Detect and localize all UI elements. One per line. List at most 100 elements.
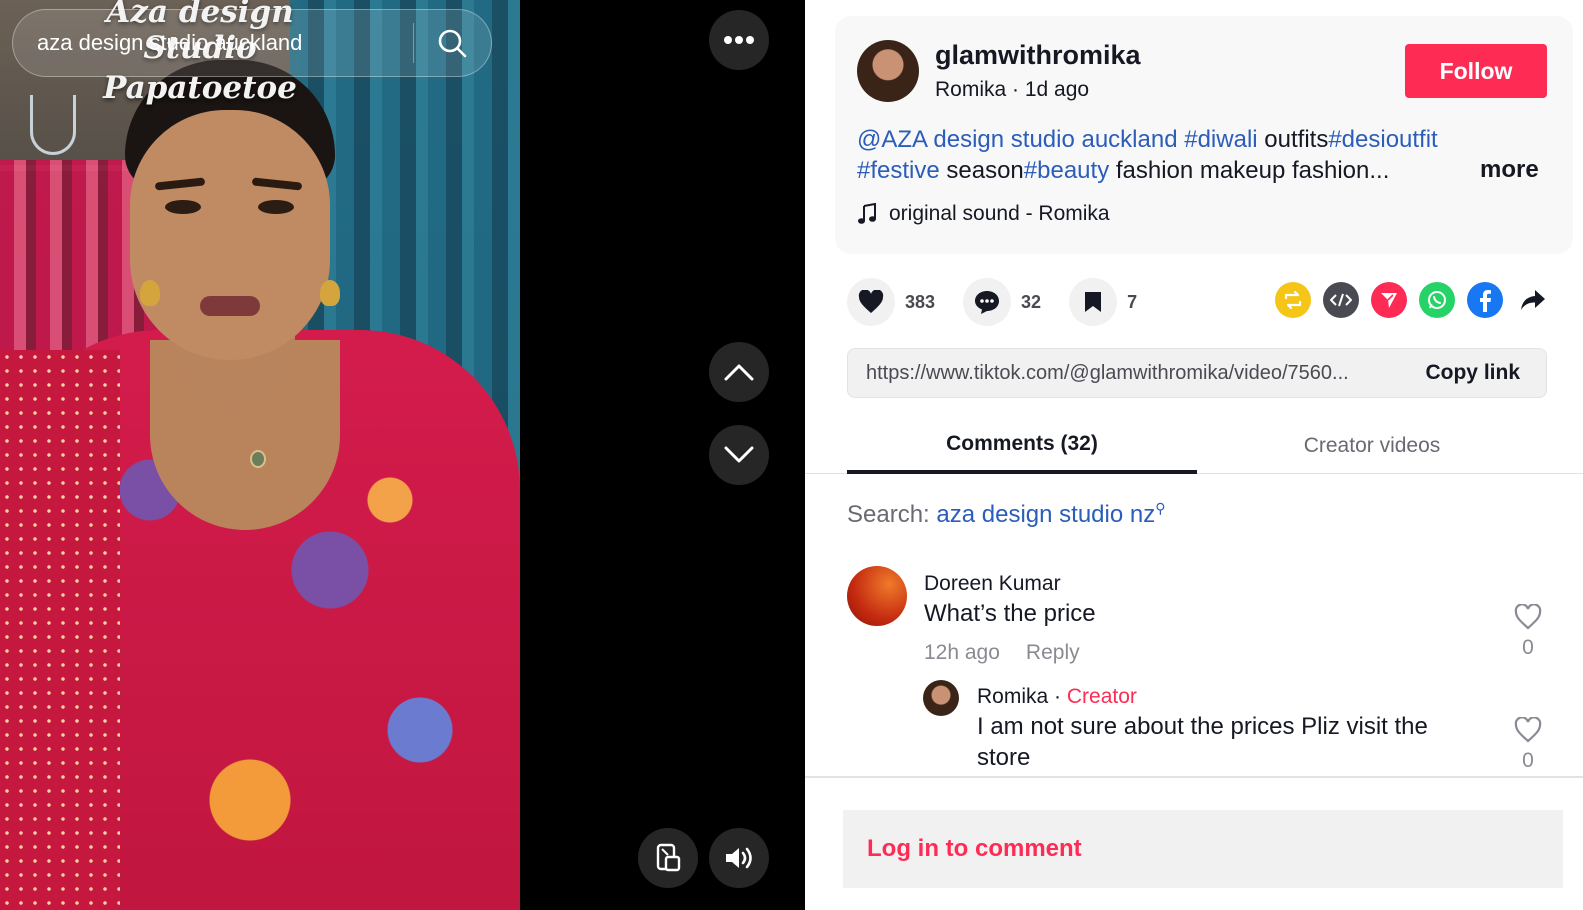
login-to-comment-link[interactable]: Log in to comment: [867, 835, 1082, 863]
comment-time: 12h ago: [924, 641, 1000, 664]
comment-button[interactable]: 32: [963, 278, 1041, 326]
floating-player-button[interactable]: [638, 828, 698, 888]
reply-like-button[interactable]: 0: [1508, 716, 1548, 773]
tab-comments[interactable]: Comments (32): [847, 418, 1197, 474]
more-options-button[interactable]: [709, 10, 769, 70]
comment-count: 32: [1021, 291, 1042, 312]
send-to-friends-button[interactable]: [1371, 282, 1407, 318]
description-text-season: season: [946, 157, 1024, 184]
reply-button[interactable]: Reply: [1026, 641, 1080, 664]
facebook-icon: [1480, 290, 1491, 312]
small-search-icon: ⚲: [1155, 500, 1166, 516]
repost-button[interactable]: [1275, 282, 1311, 318]
music-label: original sound - Romika: [889, 202, 1110, 225]
heart-icon: [858, 290, 884, 313]
author-username[interactable]: glamwithromika: [935, 40, 1141, 71]
comment-bubble-icon: [975, 291, 1000, 314]
video-person-face: [130, 110, 330, 360]
description-more-button[interactable]: more: [1480, 156, 1539, 184]
comment-meta: 12h ago Reply: [924, 641, 1080, 665]
author-card: glamwithromika Romika · 1d ago Follow @A…: [835, 16, 1573, 254]
copy-link-box: https://www.tiktok.com/@glamwithromika/v…: [847, 348, 1547, 398]
heart-outline-icon: [1514, 716, 1542, 743]
save-count: 7: [1127, 291, 1138, 312]
paper-plane-icon: [1381, 293, 1397, 308]
creator-reply-avatar[interactable]: [923, 680, 959, 716]
share-options: [1275, 282, 1551, 318]
more-share-button[interactable]: [1515, 282, 1551, 318]
commenter-name[interactable]: Doreen Kumar: [924, 572, 1061, 596]
video-person-earring-left: [140, 280, 160, 306]
comments-divider: [805, 776, 1583, 778]
video-person-lips: [200, 296, 260, 316]
comment-circle: [963, 278, 1012, 326]
music-link[interactable]: original sound - Romika: [857, 202, 1110, 226]
comment-input-bar: Log in to comment: [843, 810, 1563, 888]
video-stage: Aza design Studio Papatoetoe: [0, 0, 805, 910]
reply-text: I am not sure about the prices Pliz visi…: [977, 713, 1428, 771]
search-bar: [12, 9, 492, 77]
next-video-button[interactable]: [709, 425, 769, 485]
creator-badge: Creator: [1066, 685, 1137, 708]
bookmark-icon: [1085, 292, 1102, 312]
volume-icon: [726, 847, 752, 869]
related-search-query[interactable]: aza design studio nz: [936, 501, 1155, 528]
video-url: https://www.tiktok.com/@glamwithromika/v…: [866, 361, 1349, 384]
description-text-outfits: outfits: [1264, 126, 1329, 153]
code-icon: [1330, 293, 1352, 307]
author-avatar[interactable]: [857, 40, 919, 102]
video-person-eye-left: [165, 200, 201, 214]
hashtag-festive[interactable]: #festive: [857, 157, 940, 184]
repost-icon: [1284, 290, 1302, 310]
video-person-pendant: [250, 450, 266, 468]
comment-like-count: 0: [1522, 636, 1534, 659]
comment-tabs: Comments (32) Creator videos: [805, 418, 1583, 474]
previous-video-button[interactable]: [709, 342, 769, 402]
related-search: Search: aza design studio nz⚲: [847, 500, 1165, 529]
like-count: 383: [905, 291, 936, 312]
video-necklace-display: [30, 95, 76, 155]
volume-button[interactable]: [709, 828, 769, 888]
reply-author-separator: ·: [1048, 685, 1067, 708]
embed-button[interactable]: [1323, 282, 1359, 318]
whatsapp-icon: [1428, 291, 1446, 309]
share-arrow-icon: [1521, 290, 1545, 310]
video-person-earring-right: [320, 280, 340, 306]
mention-link[interactable]: @AZA design studio auckland: [857, 126, 1178, 153]
action-bar: 383 32 7: [847, 278, 1165, 326]
description-text-tail: fashion makeup fashion...: [1115, 157, 1390, 184]
reply-author-name[interactable]: Romika: [977, 685, 1048, 708]
save-circle: [1069, 278, 1118, 326]
author-separator: ·: [1006, 78, 1025, 101]
reply-author-line: Romika · Creator: [977, 685, 1137, 709]
follow-button[interactable]: Follow: [1405, 44, 1547, 98]
video-details-panel: glamwithromika Romika · 1d ago Follow @A…: [805, 0, 1583, 910]
reply-like-count: 0: [1522, 749, 1534, 772]
author-display-name: Romika: [935, 78, 1007, 101]
like-button[interactable]: 383: [847, 278, 935, 326]
copy-link-button[interactable]: Copy link: [1399, 361, 1546, 385]
music-note-icon: [858, 203, 876, 224]
video-person-dupatta: [0, 350, 120, 910]
commenter-avatar[interactable]: [847, 566, 907, 626]
video-player[interactable]: Aza design Studio Papatoetoe: [0, 0, 520, 910]
comment-text: What’s the price: [924, 600, 1096, 627]
hashtag-beauty[interactable]: #beauty: [1024, 157, 1109, 184]
chevron-down-icon: [724, 446, 754, 463]
save-button[interactable]: 7: [1069, 278, 1137, 326]
search-button[interactable]: [414, 9, 490, 77]
share-whatsapp-button[interactable]: [1419, 282, 1455, 318]
heart-outline-icon: [1514, 603, 1542, 630]
comment-like-button[interactable]: 0: [1508, 603, 1548, 660]
mini-player-icon: [656, 843, 681, 872]
ellipsis-icon: [724, 36, 754, 44]
tab-creator-videos[interactable]: Creator videos: [1197, 418, 1547, 474]
hashtag-desioutfit[interactable]: #desioutfit: [1328, 126, 1437, 153]
video-person-eye-right: [258, 200, 294, 214]
video-description: @AZA design studio auckland #diwali outf…: [857, 124, 1457, 186]
like-circle: [847, 278, 895, 326]
hashtag-diwali[interactable]: #diwali: [1184, 126, 1257, 153]
search-input[interactable]: [13, 30, 413, 56]
share-facebook-button[interactable]: [1467, 282, 1503, 318]
search-icon: [438, 29, 467, 58]
